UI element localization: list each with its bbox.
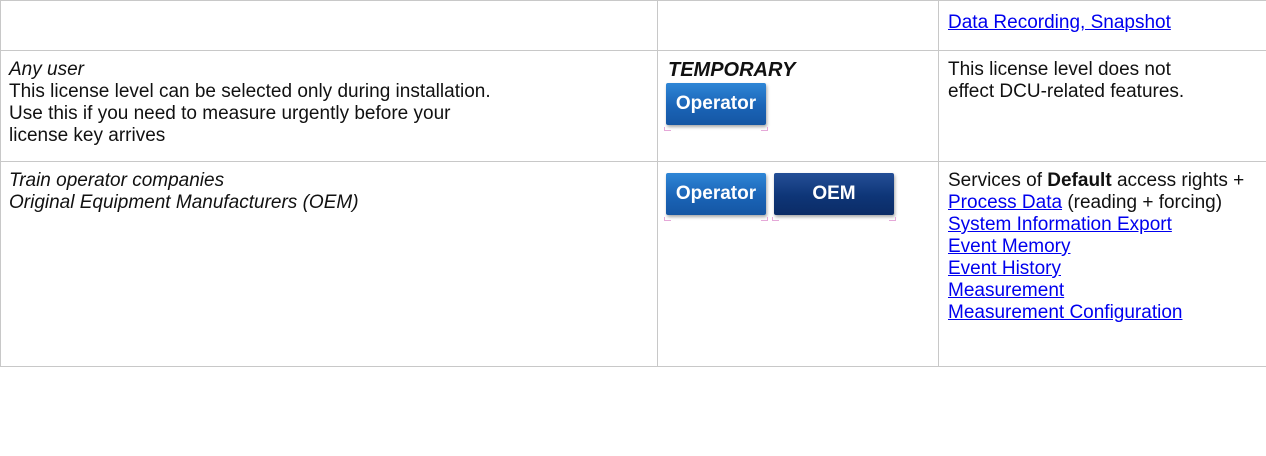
table-row: Any user This license level can be selec… [0,50,1266,162]
license-levels-table: Data Recording, Snapshot Any user This l… [0,0,1266,367]
decoration [664,127,671,131]
features-cell: This license level does not effect DCU-r… [938,50,1266,162]
features-cell: Data Recording, Snapshot [938,0,1266,51]
users-cell [0,0,658,51]
operator-license-badge: Operator [664,173,768,221]
intro-prefix: Services of [948,170,1048,191]
process-data-line: Process Data (reading + forcing) [948,192,1266,214]
operator-license-badge: Operator [664,83,768,131]
link-line: System Information Export [948,214,1266,236]
features-intro: Services of Default access rights + [948,170,1266,192]
decoration [761,127,768,131]
link-line: Event Memory [948,236,1266,258]
decoration [761,217,768,221]
link-system-information-export[interactable]: System Information Export [948,214,1172,235]
user-group-line: Original Equipment Manufacturers (OEM) [9,192,359,213]
decoration [772,217,779,221]
operator-label: Operator [675,183,757,204]
temporary-caption: TEMPORARY [668,59,796,81]
user-group-line: Train operator companies [9,170,225,191]
oem-license-badge: OEM [772,173,896,221]
link-line: Measurement [948,280,1266,302]
features-cell: Services of Default access rights + Proc… [938,161,1266,367]
description-line: license key arrives [9,125,166,146]
link-measurement-configuration[interactable]: Measurement Configuration [948,302,1182,323]
decoration [664,217,671,221]
description-line: This license level can be selected only … [9,81,491,102]
table-row: Data Recording, Snapshot [0,0,1266,51]
decoration [889,217,896,221]
features-text-line: This license level does not [948,59,1171,80]
license-cell: Operator OEM [657,161,939,367]
link-line: Event History [948,258,1266,280]
link-process-data[interactable]: Process Data [948,192,1062,213]
link-event-history[interactable]: Event History [948,258,1061,279]
description-line: Use this if you need to measure urgently… [9,103,451,124]
license-cell [657,0,939,51]
oem-label: OEM [812,183,856,204]
users-cell: Any user This license level can be selec… [0,50,658,162]
features-text-line: effect DCU-related features. [948,81,1185,102]
table-row: Train operator companies Original Equipm… [0,161,1266,367]
link-event-memory[interactable]: Event Memory [948,236,1070,257]
link-data-recording-snapshot[interactable]: Data Recording, Snapshot [948,12,1171,33]
users-cell: Train operator companies Original Equipm… [0,161,658,367]
license-badges: Operator OEM [664,173,938,221]
operator-label: Operator [675,93,757,114]
process-data-suffix: (reading + forcing) [1062,192,1223,213]
license-cell: TEMPORARY Operator [657,50,939,162]
link-line: Measurement Configuration [948,302,1266,324]
link-measurement[interactable]: Measurement [948,280,1064,301]
default-access-label: Default [1047,170,1112,191]
user-group-title: Any user [9,59,84,80]
license-badges: Operator [664,83,938,131]
intro-suffix: access rights + [1111,170,1245,191]
